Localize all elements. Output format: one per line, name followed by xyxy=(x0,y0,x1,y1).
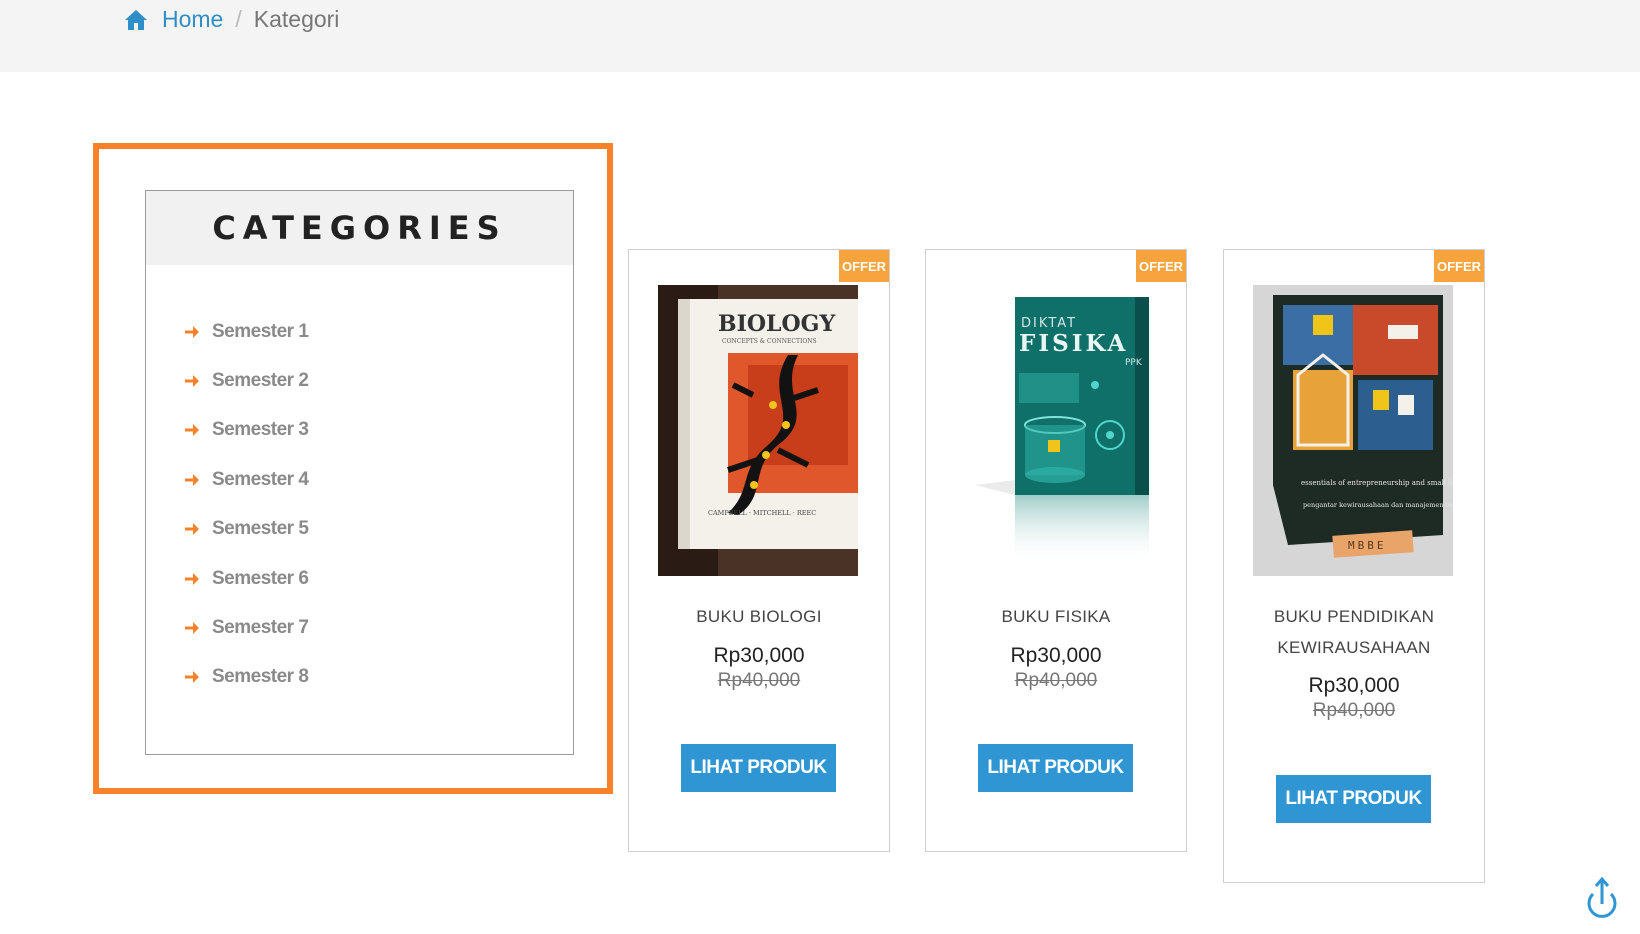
arrow-right-icon xyxy=(185,473,199,486)
breadcrumb-bar: Home / Kategori xyxy=(0,0,1640,72)
arrow-right-icon xyxy=(185,375,199,388)
product-old-price: Rp40,000 xyxy=(717,670,801,691)
category-item-semester-8[interactable]: Semester 8 xyxy=(184,653,309,702)
categories-widget: CATEGORIES Semester 1 Semester 2 Semeste… xyxy=(145,190,574,755)
product-name-line-1: BUKU PENDIDIKAN xyxy=(1273,607,1435,626)
offer-badge: OFFER xyxy=(1136,250,1186,282)
product-card-fisika: OFFER DIKTAT FISIKA PPK BUKU FISIKA Rp30… xyxy=(925,249,1187,852)
offer-badge: OFFER xyxy=(839,250,889,282)
category-label: Semester 7 xyxy=(212,617,309,639)
book-cover-biology: BIOLOGY CONCEPTS & CONNECTIONS CAMPBELL … xyxy=(658,285,858,576)
arrow-right-icon xyxy=(185,572,199,585)
home-icon[interactable] xyxy=(124,8,148,32)
product-image-biologi[interactable]: BIOLOGY CONCEPTS & CONNECTIONS CAMPBELL … xyxy=(658,285,858,576)
product-name-line-2: KEWIRAUSAHAAN xyxy=(1277,638,1431,657)
category-label: Semester 8 xyxy=(212,666,309,688)
category-label: Semester 2 xyxy=(212,370,309,392)
cover-subtitle: CONCEPTS & CONNECTIONS xyxy=(722,338,817,345)
product-price: Rp30,000 xyxy=(713,644,805,667)
cover-title: BIOLOGY xyxy=(718,311,835,337)
book-cover-kewirausahaan: essentials of entrepreneurship and small… xyxy=(1253,285,1453,576)
category-label: Semester 5 xyxy=(212,518,309,540)
category-label: Semester 4 xyxy=(212,468,309,490)
lihat-produk-button[interactable]: LIHAT PRODUK xyxy=(1276,775,1431,823)
cover-authors: MBBE xyxy=(1348,539,1387,552)
category-item-semester-3[interactable]: Semester 3 xyxy=(184,406,309,455)
breadcrumb: Home / Kategori xyxy=(124,6,339,33)
cover-authors: CAMPBELL · MITCHELL · REEC xyxy=(708,509,816,517)
category-item-semester-6[interactable]: Semester 6 xyxy=(184,554,309,603)
lihat-produk-button[interactable]: LIHAT PRODUK xyxy=(681,744,836,792)
product-name: BUKU BIOLOGI xyxy=(696,607,822,626)
cover-subtitle: pengantar kewirausahaan dan manajemen bi… xyxy=(1303,501,1453,509)
category-item-semester-5[interactable]: Semester 5 xyxy=(184,505,309,554)
product-price: Rp30,000 xyxy=(1308,674,1400,697)
category-item-semester-4[interactable]: Semester 4 xyxy=(184,455,309,504)
arrow-right-icon xyxy=(185,325,199,338)
book-cover-fisika: DIKTAT FISIKA PPK xyxy=(955,285,1155,576)
category-item-semester-2[interactable]: Semester 2 xyxy=(184,356,309,405)
cover-title: FISIKA xyxy=(1019,330,1128,357)
cover-authors: PPK xyxy=(1125,358,1143,368)
arrow-right-icon xyxy=(185,671,199,684)
product-image-fisika[interactable]: DIKTAT FISIKA PPK xyxy=(955,285,1155,576)
category-item-semester-1[interactable]: Semester 1 xyxy=(184,307,309,356)
categories-header: CATEGORIES xyxy=(146,191,573,265)
category-label: Semester 1 xyxy=(212,320,309,342)
breadcrumb-home-link[interactable]: Home xyxy=(162,6,223,33)
category-item-semester-7[interactable]: Semester 7 xyxy=(184,603,309,652)
cover-title: essentials of entrepreneurship and small… xyxy=(1301,479,1453,487)
categories-title: CATEGORIES xyxy=(212,209,507,247)
offer-badge: OFFER xyxy=(1434,250,1484,282)
arrow-right-icon xyxy=(185,523,199,536)
arrow-right-icon xyxy=(185,424,199,437)
product-card-biologi: OFFER BIOLOGY CONCEPTS & CONNECTIONS CAM… xyxy=(628,249,890,852)
product-card-kewirausahaan: OFFER essentials of entrepreneurship and… xyxy=(1223,249,1485,883)
cover-subtitle: DIKTAT xyxy=(1021,316,1077,331)
breadcrumb-separator: / xyxy=(235,6,242,32)
lihat-produk-button[interactable]: LIHAT PRODUK xyxy=(978,744,1133,792)
product-name: BUKU FISIKA xyxy=(1001,607,1111,626)
product-image-kewirausahaan[interactable]: essentials of entrepreneurship and small… xyxy=(1253,285,1453,576)
product-old-price: Rp40,000 xyxy=(1312,700,1396,721)
power-scroll-top-icon[interactable] xyxy=(1584,876,1620,922)
categories-list: Semester 1 Semester 2 Semester 3 Semeste… xyxy=(184,307,309,702)
product-price: Rp30,000 xyxy=(1010,644,1102,667)
arrow-right-icon xyxy=(185,622,199,635)
breadcrumb-current: Kategori xyxy=(253,6,340,32)
category-label: Semester 3 xyxy=(212,419,309,441)
category-label: Semester 6 xyxy=(212,567,309,589)
product-old-price: Rp40,000 xyxy=(1014,670,1098,691)
